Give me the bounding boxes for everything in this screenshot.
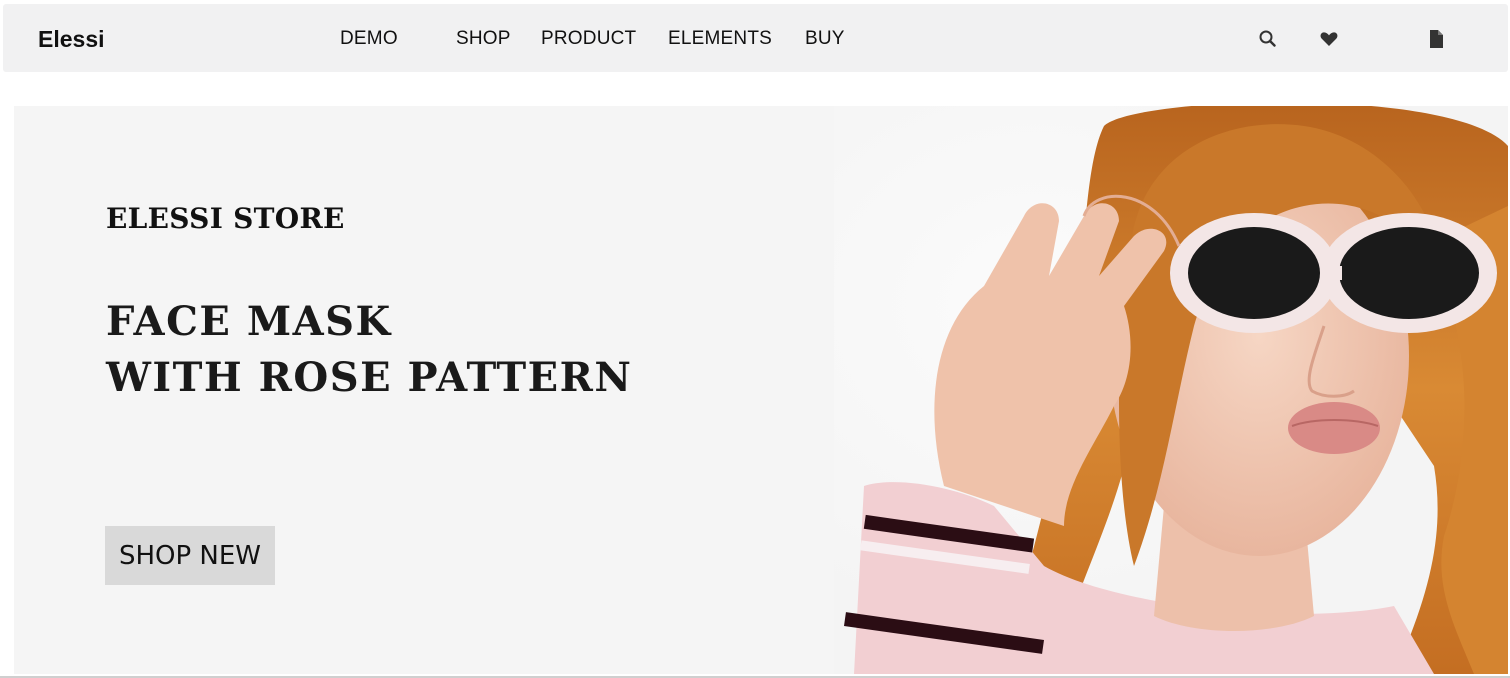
- nav-link-elements[interactable]: ELEMENTS: [668, 28, 772, 50]
- hero-subtitle: ELESSI STORE: [106, 202, 345, 235]
- top-navbar: Elessi DEMO SHOP PRODUCT ELEMENTS BUY: [3, 4, 1508, 72]
- heart-icon[interactable]: [1318, 28, 1340, 50]
- nav-link-buy[interactable]: BUY: [805, 28, 845, 50]
- hero-title-line-1: FACE MASK: [106, 298, 392, 345]
- hero-title-line-2: WITH ROSE PATTERN: [106, 354, 633, 401]
- site-logo[interactable]: Elessi: [38, 26, 105, 53]
- search-icon[interactable]: [1257, 28, 1279, 50]
- hero-model-image: [834, 106, 1508, 674]
- hero-banner: ELESSI STORE FACE MASK WITH ROSE PATTERN…: [14, 106, 1508, 674]
- nav-link-product[interactable]: PRODUCT: [541, 28, 636, 50]
- document-icon[interactable]: [1425, 28, 1447, 50]
- shop-new-button[interactable]: SHOP NEW: [105, 526, 275, 585]
- nav-link-shop[interactable]: SHOP: [456, 28, 511, 50]
- nav-link-demo[interactable]: DEMO: [340, 28, 398, 50]
